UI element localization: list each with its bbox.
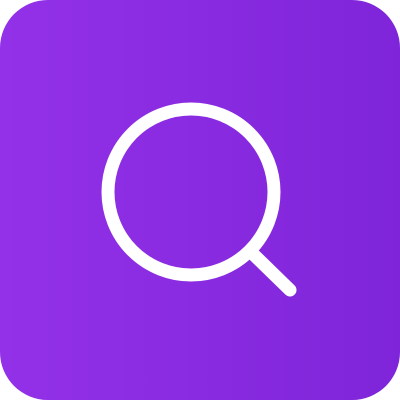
search-icon bbox=[101, 102, 297, 297]
search-app-icon[interactable] bbox=[0, 0, 400, 400]
magnifier-handle bbox=[244, 245, 297, 297]
